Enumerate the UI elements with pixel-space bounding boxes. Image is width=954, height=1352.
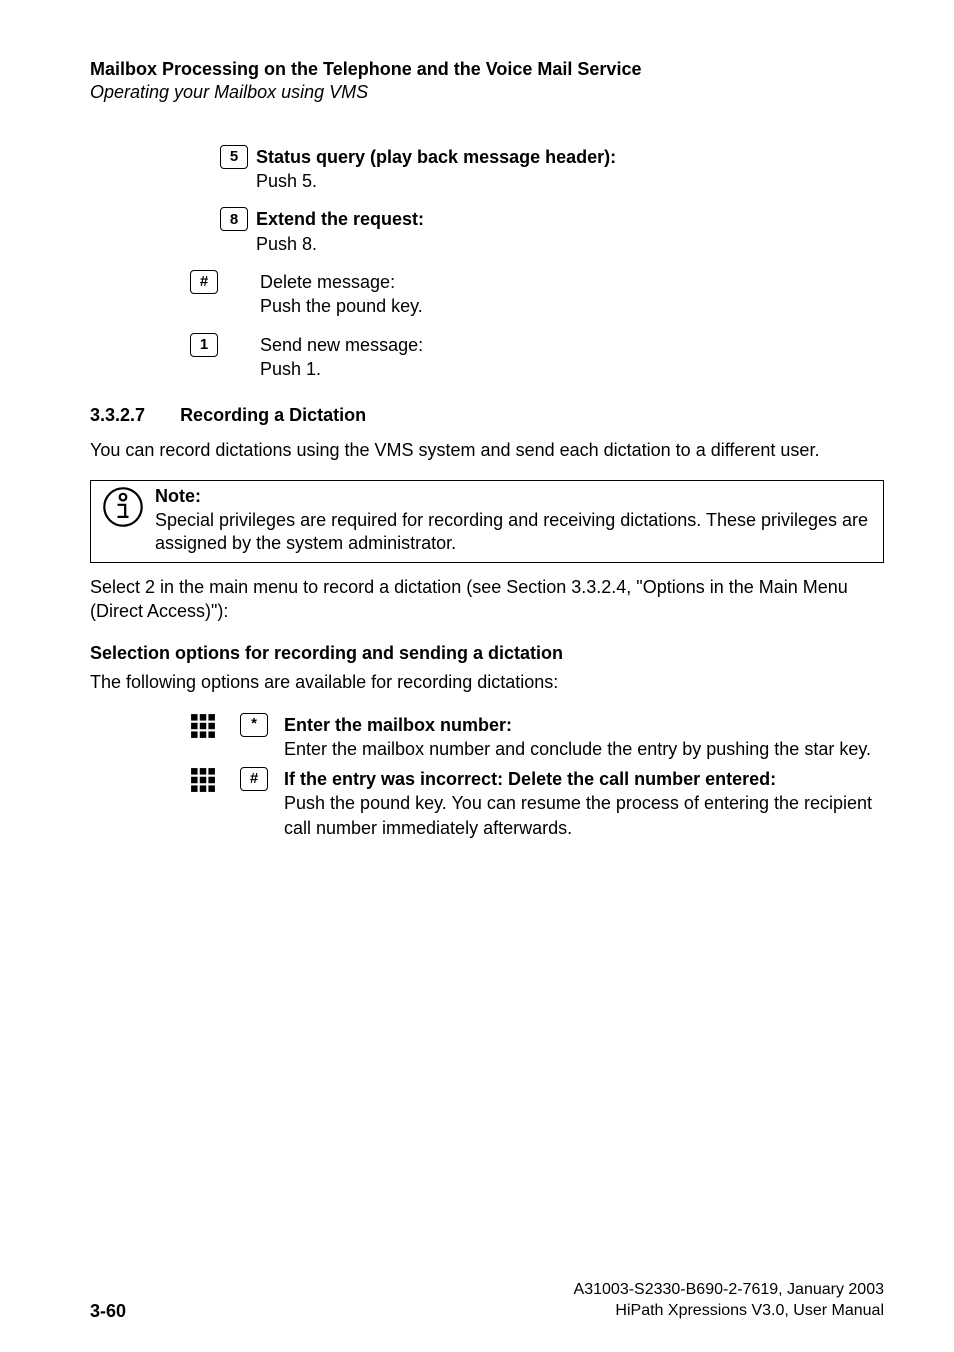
key-hash-icon: # (190, 270, 218, 294)
key-1-icon: 1 (190, 333, 218, 357)
key-star-icon: * (240, 713, 268, 737)
cmd5-rest: Push 5. (256, 171, 317, 191)
command-row-1: 1 Send new message: Push 1. (190, 333, 884, 382)
page-header-subtitle: Operating your Mailbox using VMS (90, 81, 884, 104)
section-title: Recording a Dictation (180, 405, 366, 425)
key-5-icon: 5 (220, 145, 248, 169)
cmdhash-line2: Push the pound key. (260, 296, 423, 316)
command-row-hash: # Delete message: Push the pound key. (190, 270, 884, 319)
page-header-title: Mailbox Processing on the Telephone and … (90, 58, 884, 81)
cmd1-line1: Send new message: (260, 335, 423, 355)
footer-page-num: 3-60 (90, 1301, 126, 1322)
section-intro: You can record dictations using the VMS … (90, 438, 884, 462)
command-row-5: 5 Status query (play back message header… (220, 145, 884, 194)
key-8-icon: 8 (220, 207, 248, 231)
footer-product: HiPath Xpressions V3.0, User Manual (574, 1301, 884, 1322)
note-heading: Note: (155, 486, 201, 506)
section-number: 3.3.2.7 (90, 405, 145, 425)
keypad-icon (190, 713, 216, 744)
option-row-hash: # If the entry was incorrect: Delete the… (90, 767, 884, 840)
keypad-icon (190, 767, 216, 798)
info-icon (101, 485, 145, 534)
select-intro: Select 2 in the main menu to record a di… (90, 575, 884, 624)
section-heading: 3.3.2.7 Recording a Dictation (90, 405, 884, 426)
selection-heading: Selection options for recording and send… (90, 643, 884, 664)
cmd8-rest: Push 8. (256, 234, 317, 254)
key-hash-icon: # (240, 767, 268, 791)
opt1-bold: Enter the mailbox number: (284, 715, 512, 735)
note-box: Note: Special privileges are required fo… (90, 480, 884, 562)
command-row-8: 8 Extend the request: Push 8. (220, 207, 884, 256)
footer-doc-id: A31003-S2330-B690-2-7619, January 2003 (574, 1280, 884, 1301)
cmd8-bold: Extend the request: (256, 209, 424, 229)
opt1-body: Enter the mailbox number and conclude th… (284, 739, 871, 759)
options-intro: The following options are available for … (90, 670, 884, 694)
cmd1-line2: Push 1. (260, 359, 321, 379)
note-body: Special privileges are required for reco… (155, 510, 868, 553)
cmd5-bold: Status query (play back message header): (256, 147, 616, 167)
cmdhash-line1: Delete message: (260, 272, 395, 292)
opt2-body: Push the pound key. You can resume the p… (284, 793, 872, 837)
page-footer: 3-60 A31003-S2330-B690-2-7619, January 2… (90, 1280, 884, 1322)
option-row-star: * Enter the mailbox number: Enter the ma… (90, 713, 884, 762)
opt2-bold: If the entry was incorrect: Delete the c… (284, 769, 776, 789)
